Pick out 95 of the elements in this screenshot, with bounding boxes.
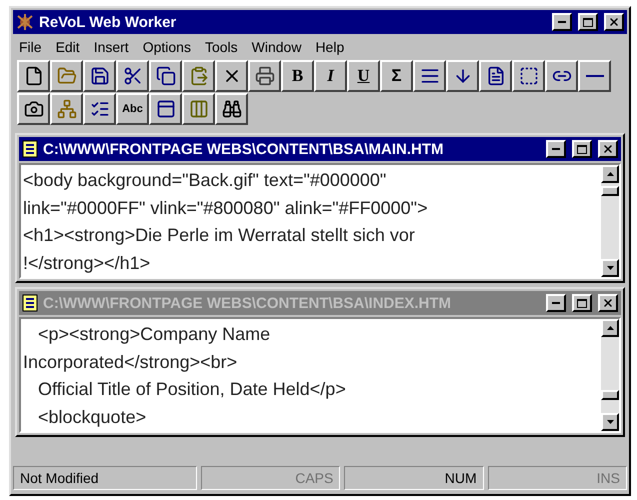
window-icon: [156, 99, 176, 119]
toolbar-button[interactable]: [215, 93, 248, 125]
scrollbar[interactable]: [601, 165, 619, 277]
status-pane: Not Modified: [13, 466, 197, 490]
toolbar-button[interactable]: [83, 93, 116, 125]
document-icon: [486, 66, 506, 86]
toolbar-button[interactable]: B: [281, 60, 314, 92]
status-pane: NUM: [344, 466, 484, 490]
down-arrow-icon: [606, 420, 614, 424]
scroll-thumb[interactable]: [601, 186, 619, 196]
menu-item[interactable]: Options: [142, 39, 191, 55]
paste-icon: [188, 66, 208, 86]
toolbar-button[interactable]: [116, 60, 149, 92]
close-icon: [608, 16, 620, 28]
scroll-down-button[interactable]: [601, 413, 619, 431]
code-line: link="#0000FF" vlink="#800080" alink="#FF0000">: [23, 196, 429, 220]
toolbar-button[interactable]: [446, 60, 479, 92]
toolbar-button[interactable]: [215, 60, 248, 92]
new-file-icon: [24, 66, 44, 86]
scrollbar[interactable]: [601, 319, 619, 431]
network-icon: [56, 99, 76, 119]
toolbar-button[interactable]: [545, 60, 578, 92]
code-line: Incorporated</strong><br>: [23, 350, 238, 374]
document-title: C:\WWW\FRONTPAGE WEBS\CONTENT\BSA\MAIN.HTM: [43, 140, 445, 158]
scroll-up-button[interactable]: [601, 165, 619, 183]
printer-icon: [254, 66, 274, 86]
camera-icon: [24, 99, 44, 119]
maximize-icon: [577, 298, 587, 308]
minimize-icon: [552, 148, 560, 150]
menu-item[interactable]: File: [19, 39, 42, 55]
document-title: C:\WWW\FRONTPAGE WEBS\CONTENT\BSA\INDEX.HTM: [43, 294, 452, 312]
toolbar-button[interactable]: [512, 60, 545, 92]
scroll-down-button[interactable]: [601, 259, 619, 277]
app-logo-icon: [16, 14, 34, 30]
copy-icon: [156, 66, 176, 86]
document-icon: [22, 294, 38, 312]
code-line: Official Title of Position, Date Held</p>: [37, 378, 347, 401]
binoculars-icon: [222, 99, 242, 119]
toolbar-button[interactable]: [149, 60, 182, 92]
code-line: !</strong></h1>: [23, 252, 152, 275]
toolbar-button[interactable]: [50, 60, 83, 92]
maximize-button[interactable]: [578, 13, 598, 31]
down-arrow-icon: [606, 266, 614, 270]
close-button[interactable]: [604, 13, 624, 31]
maximize-button[interactable]: [572, 294, 592, 312]
toolbar-button[interactable]: [182, 60, 215, 92]
code-line: <h1><strong>Die Perle im Werratal stellt sich vor: [23, 224, 416, 247]
status-pane: INS: [488, 466, 627, 490]
code-line: <body background="Back.gif" text="#000000": [23, 169, 388, 192]
maximize-button[interactable]: [572, 140, 592, 158]
toolbar-button[interactable]: [413, 60, 446, 92]
minimize-button[interactable]: [546, 140, 566, 158]
scroll-thumb[interactable]: [601, 390, 619, 400]
close-button[interactable]: [598, 294, 618, 312]
save-icon: [90, 66, 110, 86]
toolbar-button[interactable]: [479, 60, 512, 92]
toolbar-button[interactable]: [248, 60, 281, 92]
minimize-button[interactable]: [552, 13, 572, 31]
close-icon: [602, 143, 614, 155]
window-title: ReVoL Web Worker: [39, 14, 178, 30]
up-arrow-icon: [606, 172, 614, 176]
scroll-up-button[interactable]: [601, 319, 619, 337]
folder-icon: [56, 66, 76, 86]
dashed-frame-icon: [518, 66, 538, 86]
toolbar-button[interactable]: [50, 93, 83, 125]
minus-icon: [586, 75, 604, 77]
status-pane: CAPS: [201, 466, 340, 490]
close-icon: [602, 297, 614, 309]
toolbar-button[interactable]: U: [347, 60, 380, 92]
toolbar-button[interactable]: [17, 60, 50, 92]
toolbar-button[interactable]: [17, 93, 50, 125]
code-line: <p><strong>Company Name: [37, 323, 272, 346]
close-button[interactable]: [598, 140, 618, 158]
menu-item[interactable]: Window: [252, 39, 302, 55]
maximize-icon: [583, 18, 593, 26]
up-arrow-icon: [606, 326, 614, 330]
toolbar-button[interactable]: Σ: [380, 60, 413, 92]
menu-item[interactable]: Tools: [204, 39, 238, 55]
toolbar-button[interactable]: I: [314, 60, 347, 92]
scissors-icon: [122, 66, 142, 86]
toolbar-button[interactable]: Abc: [116, 93, 149, 125]
toolbar-button[interactable]: [83, 60, 116, 92]
minimize-button[interactable]: [546, 294, 566, 312]
toolbar-button[interactable]: [149, 93, 182, 125]
columns-icon: [188, 99, 208, 119]
toolbar-button[interactable]: [578, 60, 611, 92]
maximize-icon: [577, 144, 587, 154]
minimize-icon: [552, 302, 560, 304]
minimize-icon: [558, 20, 566, 24]
toolbar-button[interactable]: [182, 93, 215, 125]
menu-item[interactable]: Insert: [94, 39, 129, 55]
document-icon: [22, 140, 38, 158]
menu-item[interactable]: Edit: [56, 39, 80, 55]
code-line: <blockquote>: [37, 406, 148, 429]
menu-item[interactable]: Help: [315, 39, 344, 55]
